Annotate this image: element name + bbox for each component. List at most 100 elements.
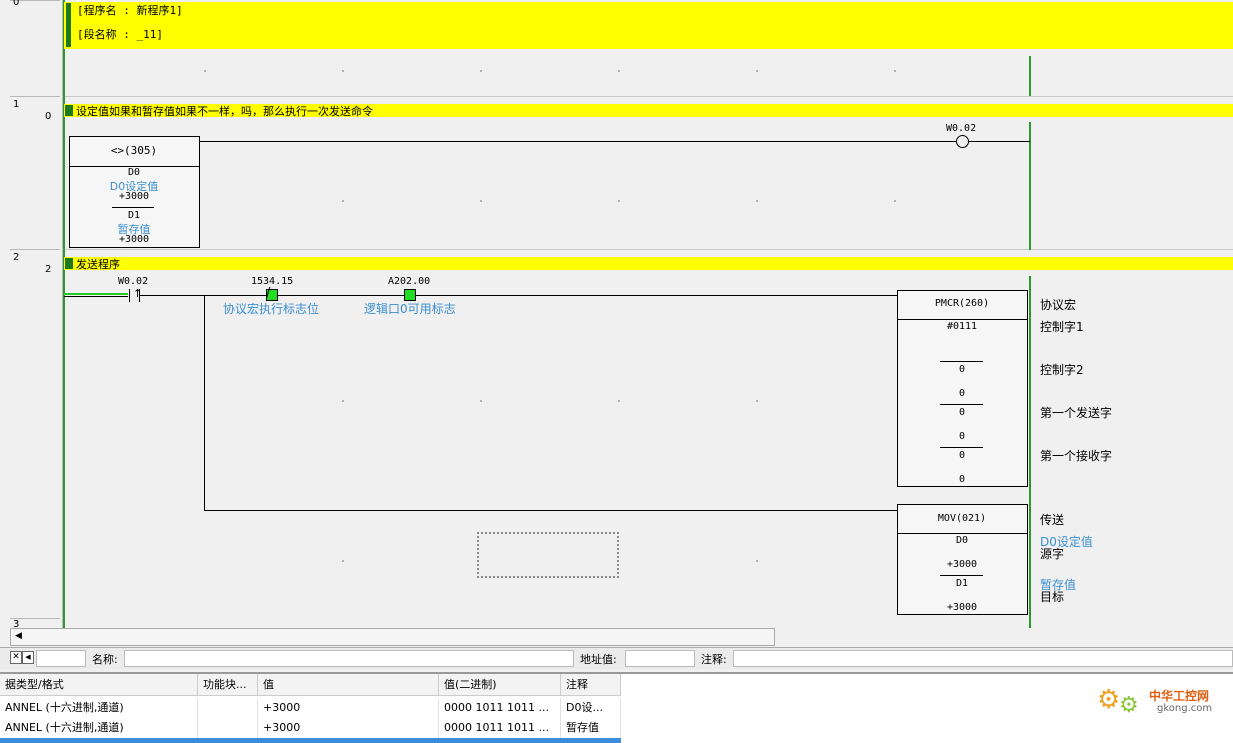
operand-value: #0111 — [946, 321, 978, 332]
operand-value: 0 — [958, 450, 966, 461]
operand-divider — [940, 361, 983, 362]
cell-fb — [198, 698, 258, 718]
rung-separator — [62, 249, 1233, 250]
rung-number: 1 — [13, 99, 20, 110]
contact-address: A202.00 — [388, 276, 431, 287]
program-name: [程序名 : 新程序1] — [77, 4, 183, 17]
instruction-divider — [897, 319, 1027, 320]
rung-separator — [62, 96, 1233, 97]
operand-value: +3000 — [118, 191, 150, 202]
operand-divider — [940, 447, 983, 448]
operand-value: +3000 — [946, 559, 978, 570]
operand-value: 0 — [958, 431, 966, 442]
operand-address: D1 — [955, 578, 969, 589]
contact-address: 1534.15 — [251, 276, 294, 287]
gutter-row — [10, 96, 60, 97]
column-header-type[interactable]: 据类型/格式 — [0, 674, 198, 696]
rung-wire — [416, 295, 898, 296]
column-header-value[interactable]: 值 — [258, 674, 439, 696]
operand-label: 控制字1 — [1040, 320, 1084, 334]
output-coil[interactable] — [956, 135, 969, 148]
rung-comment: 设定值如果和暂存值如果不一样，吗，那么执行一次发送命令 — [76, 105, 373, 118]
comment-field[interactable] — [733, 650, 1233, 667]
info-field — [36, 650, 86, 667]
watermark-domain: gkong.com — [1157, 703, 1213, 714]
rung-comment: 发送程序 — [76, 258, 120, 271]
powered-wire — [64, 293, 128, 295]
operand-value: 0 — [958, 364, 966, 375]
left-power-rail — [63, 0, 65, 628]
contact-symbol[interactable] — [129, 289, 130, 302]
gear-icon: ⚙ — [1119, 693, 1139, 718]
cell-binary: 0000 1011 1011 ... — [439, 698, 561, 718]
rung-comment-marker — [65, 105, 73, 116]
section-header — [64, 2, 1233, 49]
horizontal-scrollbar[interactable]: ◀ — [10, 628, 775, 646]
rung-comment-marker — [65, 258, 73, 269]
editor-cursor[interactable] — [477, 532, 619, 578]
pmcr-name: PMCR(260) — [934, 298, 990, 309]
nc-contact-slash-icon: / — [266, 286, 271, 301]
branch-wire — [204, 295, 205, 510]
operand-divider — [940, 404, 983, 405]
address-field[interactable] — [625, 650, 695, 667]
operand-value: +3000 — [118, 234, 150, 245]
cell-type: ANNEL (十六进制,通道) — [0, 718, 198, 738]
operand-label: 源字 — [1040, 547, 1065, 561]
instruction-divider — [897, 533, 1027, 534]
operand-address: D1 — [127, 210, 141, 221]
rung-wire — [278, 295, 404, 296]
column-header-comment[interactable]: 注释 — [561, 674, 621, 696]
rung-number: 2 — [13, 252, 20, 263]
operand-address: D0 — [127, 167, 141, 178]
cell-comment: D0设... — [561, 698, 621, 718]
cell-type: ANNEL (十六进制,通道) — [0, 698, 198, 718]
column-header-fb[interactable]: 功能块... — [198, 674, 258, 696]
step-number: 0 — [45, 111, 52, 122]
contact-comment: 逻辑口0可用标志 — [364, 302, 456, 316]
watch-window: 据类型/格式 功能块... 值 值(二进制) 注释 ANNEL (十六进制,通道… — [0, 672, 1233, 743]
comment-label: 注释: — [701, 653, 727, 666]
operand-label: 第一个接收字 — [1040, 449, 1113, 463]
section-marker — [66, 3, 71, 47]
address-label: 地址值: — [580, 653, 617, 666]
close-icon[interactable]: ✕ — [10, 651, 22, 664]
section-name: [段名称 : _11] — [77, 28, 163, 41]
operand-label: 目标 — [1040, 590, 1065, 604]
step-number: 2 — [45, 264, 52, 275]
column-header-binary[interactable]: 值(二进制) — [439, 674, 561, 696]
watermark: ⚙ ⚙ 中华工控网 gkong.com — [1097, 685, 1227, 725]
operand-value: 0 — [958, 407, 966, 418]
rung-number: 0 — [13, 0, 20, 8]
scroll-left-icon[interactable]: ◀ — [22, 651, 34, 664]
instruction-label: 协议宏 — [1040, 298, 1077, 312]
info-bar: ✕ ◀ 名称: 地址值: 注释: — [0, 647, 1233, 669]
operand-divider — [940, 575, 983, 576]
operand-divider — [112, 207, 154, 208]
rung-wire — [969, 141, 1030, 142]
branch-wire — [204, 510, 898, 511]
operand-label: 第一个发送字 — [1040, 406, 1113, 420]
cell-value: +3000 — [258, 718, 439, 738]
gutter-row — [10, 249, 60, 250]
compare-name: <>(305) — [110, 144, 158, 157]
operand-value: 0 — [958, 474, 966, 485]
cell-comment: 暂存值 — [561, 718, 621, 738]
right-power-rail — [1029, 276, 1031, 628]
cell-binary: 0000 1011 1011 ... — [439, 718, 561, 738]
name-field[interactable] — [124, 650, 574, 667]
operand-value: +3000 — [946, 602, 978, 613]
mov-name: MOV(021) — [937, 513, 987, 524]
operand-label: 控制字2 — [1040, 363, 1084, 377]
contact-comment: 协议宏执行标志位 — [223, 302, 320, 316]
scroll-left-icon[interactable]: ◀ — [15, 631, 22, 641]
rung-comment-bar — [64, 257, 1233, 270]
coil-address: W0.02 — [946, 123, 977, 134]
operand-address: D0 — [955, 535, 969, 546]
instruction-label: 传送 — [1040, 513, 1065, 527]
operand-value: 0 — [958, 388, 966, 399]
watermark-brand: 中华工控网 — [1149, 689, 1210, 703]
rung-wire — [199, 141, 956, 142]
right-power-rail — [1029, 56, 1031, 96]
name-label: 名称: — [92, 653, 118, 666]
